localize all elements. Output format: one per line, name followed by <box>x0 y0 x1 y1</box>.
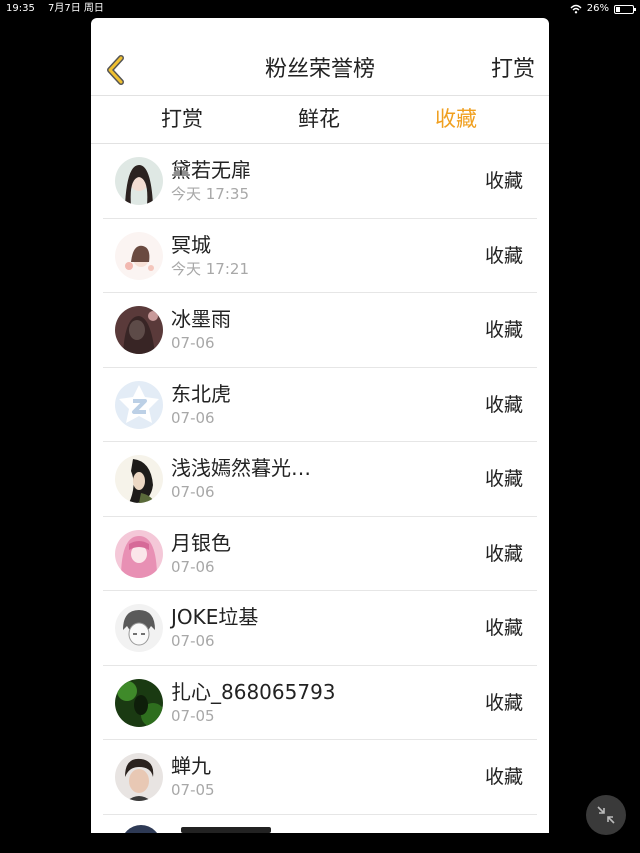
fan-action: 收藏 <box>484 691 523 714</box>
fan-name-partial <box>181 826 271 833</box>
avatar <box>115 455 163 503</box>
list-item[interactable]: 冥城 今天 17:21 收藏 <box>103 219 537 293</box>
panel-header: 粉丝荣誉榜 打赏 <box>91 18 549 96</box>
status-date: 7月7日 周日 <box>48 3 104 14</box>
fan-action: 收藏 <box>484 244 523 267</box>
list-item[interactable]: 黛若无扉 今天 17:35 收藏 <box>103 144 537 219</box>
fan-name: 冥城 <box>171 232 211 257</box>
fan-name: 浅浅嫣然暮光… <box>171 456 311 480</box>
battery-icon <box>614 4 636 14</box>
list-item[interactable]: 浅浅嫣然暮光… 07-06 收藏 <box>103 442 537 517</box>
fan-time: 07-06 <box>171 632 215 650</box>
avatar <box>115 380 163 429</box>
fan-time: 今天 17:21 <box>171 259 249 278</box>
tab-bar: 打赏 鲜花 收藏 <box>91 96 549 144</box>
fan-action: 收藏 <box>484 542 523 565</box>
avatar <box>115 678 163 727</box>
fan-name: 蝉九 <box>171 754 211 778</box>
fan-list: 黛若无扉 今天 17:35 收藏 冥城 今天 17:21 收藏 冰墨雨 07-0… <box>91 144 549 833</box>
fan-action: 收藏 <box>484 393 523 416</box>
list-item[interactable]: 月银色 07-06 收藏 <box>103 517 537 591</box>
fan-time: 07-05 <box>171 781 215 799</box>
fan-name: 冰墨雨 <box>171 307 231 331</box>
fan-name: 扎心_868065793 <box>171 679 336 704</box>
fan-time: 07-06 <box>171 557 215 576</box>
list-item[interactable]: 蝉九 07-05 收藏 <box>103 740 537 815</box>
tab-favorites[interactable]: 收藏 <box>435 106 477 132</box>
fan-action: 收藏 <box>484 319 523 341</box>
fan-time: 07-06 <box>171 334 215 352</box>
tab-reward[interactable]: 打赏 <box>161 106 203 132</box>
page-title: 粉丝荣誉榜 <box>264 57 375 82</box>
status-time: 19:35 <box>6 3 35 14</box>
tab-flowers[interactable]: 鲜花 <box>298 106 340 132</box>
fan-name: 黛若无扉 <box>171 158 251 182</box>
avatar <box>115 231 163 280</box>
fan-name: JOKE垃基 <box>171 605 259 629</box>
collapse-icon <box>597 806 615 824</box>
avatar <box>115 157 163 205</box>
avatar <box>115 604 163 652</box>
fan-time: 今天 17:35 <box>171 185 249 203</box>
fan-action: 收藏 <box>484 170 523 192</box>
list-item[interactable]: 东北虎 07-06 收藏 <box>103 368 537 442</box>
fan-name: 月银色 <box>171 530 231 555</box>
fan-time: 07-05 <box>171 706 215 725</box>
fan-name: 东北虎 <box>171 381 231 406</box>
collapse-button[interactable] <box>586 795 626 835</box>
reward-button[interactable]: 打赏 <box>491 56 535 84</box>
fan-time: 07-06 <box>171 408 215 427</box>
fan-action: 收藏 <box>484 766 523 788</box>
fan-action: 收藏 <box>484 617 523 639</box>
list-item[interactable]: JOKE垃基 07-06 收藏 <box>103 591 537 666</box>
avatar <box>115 306 163 354</box>
wifi-icon <box>570 4 582 14</box>
status-bar: 19:35 7月7日 周日 26% <box>0 0 640 18</box>
avatar <box>121 824 161 833</box>
list-item[interactable]: 扎心_868065793 07-05 收藏 <box>103 666 537 740</box>
avatar <box>115 753 163 801</box>
fan-time: 07-06 <box>171 483 215 501</box>
list-item-partial <box>103 815 549 833</box>
fan-action: 收藏 <box>484 468 523 490</box>
battery-percent: 26% <box>586 3 609 14</box>
fans-honor-panel: 粉丝荣誉榜 打赏 打赏 鲜花 收藏 黛若无扉 今天 17:35 收藏 冥城 今天… <box>91 18 549 833</box>
avatar <box>115 529 163 578</box>
list-item[interactable]: 冰墨雨 07-06 收藏 <box>103 293 537 368</box>
